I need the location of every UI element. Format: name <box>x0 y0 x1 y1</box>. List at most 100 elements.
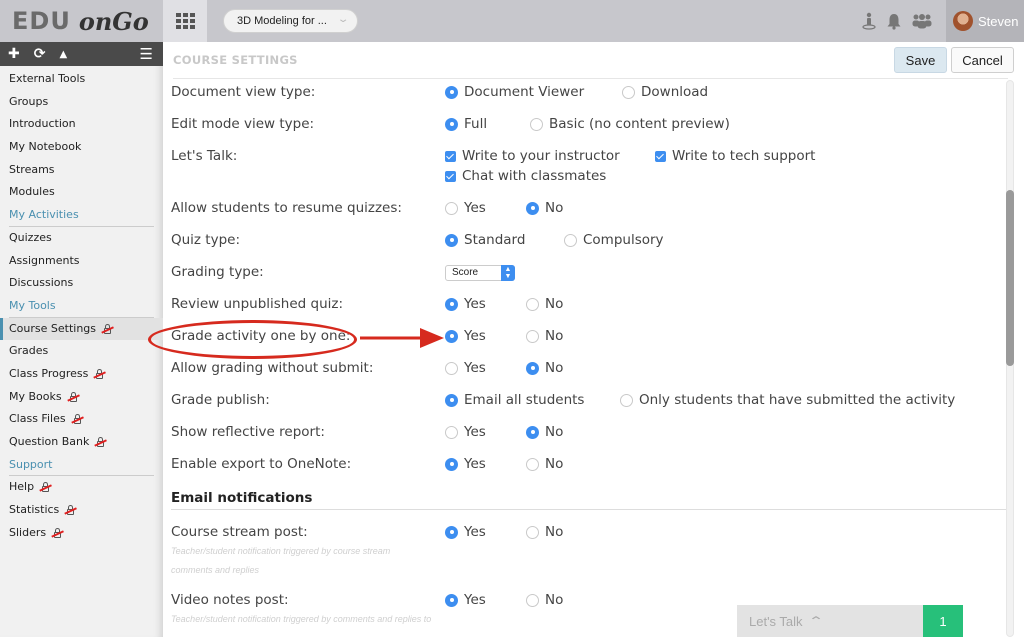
sidebar-item[interactable]: My Notebook <box>0 136 163 159</box>
radio-option[interactable]: Email all students <box>445 392 584 408</box>
lets-talk-count-badge[interactable]: 1 <box>923 605 963 637</box>
sidebar-item[interactable]: Modules <box>0 181 163 204</box>
sidebar-item[interactable]: Groups <box>0 91 163 114</box>
sidebar-item[interactable]: Grades <box>0 340 163 363</box>
radio-button[interactable] <box>526 361 539 375</box>
radio-option[interactable]: No <box>526 328 563 344</box>
radio-button[interactable] <box>445 361 458 375</box>
sidebar-item[interactable]: Streams <box>0 159 163 182</box>
radio-button[interactable] <box>445 329 458 343</box>
radio-button[interactable] <box>526 329 539 343</box>
sidebar-section-header: My Activities <box>0 204 163 227</box>
radio-option[interactable]: Yes <box>445 296 486 312</box>
sidebar-item[interactable]: Question Bank <box>0 431 163 454</box>
menu-icon[interactable]: ☰ <box>140 45 153 63</box>
radio-option[interactable]: No <box>526 296 563 312</box>
radio-option[interactable]: Yes <box>445 424 486 440</box>
radio-button[interactable] <box>526 457 539 471</box>
locked-strike-icon[interactable] <box>66 391 80 402</box>
grading-type-select[interactable]: Score ▲ ▼ <box>445 265 515 281</box>
radio-option[interactable]: Download <box>622 84 708 100</box>
sidebar-item[interactable]: Assignments <box>0 250 163 273</box>
plus-icon[interactable]: ✚ <box>8 46 20 62</box>
user-menu[interactable]: Steven <box>946 0 1024 42</box>
radio-option[interactable]: No <box>526 524 563 540</box>
users-icon[interactable] <box>912 12 932 30</box>
checkbox[interactable] <box>655 150 666 162</box>
refresh-icon[interactable]: ⟳ <box>34 46 46 62</box>
radio-button[interactable] <box>445 525 458 539</box>
radio-option[interactable]: Only students that have submitted the ac… <box>620 392 955 408</box>
radio-button[interactable] <box>526 201 539 215</box>
radio-button[interactable] <box>445 85 458 99</box>
checkbox[interactable] <box>445 150 456 162</box>
radio-option[interactable]: Yes <box>445 200 486 216</box>
radio-button[interactable] <box>445 457 458 471</box>
radio-button[interactable] <box>526 525 539 539</box>
radio-option[interactable]: Standard <box>445 232 525 248</box>
checkbox-option[interactable]: Write to tech support <box>655 148 815 164</box>
checkbox-option[interactable]: Write to your instructor <box>445 148 620 164</box>
radio-button[interactable] <box>526 425 539 439</box>
radio-button[interactable] <box>526 593 539 607</box>
course-selector[interactable]: 3D Modeling for ... ⌄ <box>223 9 358 33</box>
radio-option[interactable]: Yes <box>445 456 486 472</box>
radio-button[interactable] <box>445 117 458 131</box>
sidebar-item[interactable]: Course Settings <box>0 317 163 341</box>
radio-button[interactable] <box>526 297 539 311</box>
scrollbar[interactable] <box>1006 80 1014 637</box>
radio-button[interactable] <box>445 233 458 247</box>
bell-icon[interactable] <box>885 12 903 30</box>
radio-option[interactable]: Yes <box>445 360 486 376</box>
sidebar-item[interactable]: Help <box>0 476 163 499</box>
apps-grid-button[interactable] <box>163 0 207 42</box>
sort-icon[interactable]: ▲ <box>59 49 67 60</box>
logo[interactable]: EDU onGo <box>0 0 163 42</box>
locked-strike-icon[interactable] <box>70 414 84 425</box>
radio-option[interactable]: No <box>526 592 563 608</box>
locked-strike-icon[interactable] <box>64 505 78 516</box>
checkbox-option[interactable]: Chat with classmates <box>445 168 606 184</box>
sidebar-item[interactable]: Discussions <box>0 272 163 295</box>
locked-strike-icon[interactable] <box>51 527 64 538</box>
locked-strike-icon[interactable] <box>93 368 107 379</box>
radio-option[interactable]: No <box>526 424 563 440</box>
sidebar-item[interactable]: Class Progress <box>0 363 163 386</box>
radio-option[interactable]: No <box>526 456 563 472</box>
radio-option[interactable]: Document Viewer <box>445 84 584 100</box>
sidebar-item[interactable]: Sliders <box>0 522 163 545</box>
sidebar-item[interactable]: Class Files <box>0 408 163 431</box>
save-button[interactable]: Save <box>894 47 947 73</box>
checkbox[interactable] <box>445 170 456 182</box>
radio-button[interactable] <box>622 85 635 99</box>
radio-button[interactable] <box>445 297 458 311</box>
locked-strike-icon[interactable] <box>94 437 108 447</box>
scrollbar-thumb[interactable] <box>1006 190 1014 366</box>
lets-talk-bar[interactable]: Let's Talk ⌃ <box>737 605 923 637</box>
radio-button[interactable] <box>530 117 543 131</box>
radio-option[interactable]: Full <box>445 116 487 132</box>
person-pin-icon[interactable] <box>860 12 878 30</box>
sidebar-item[interactable]: External Tools <box>0 68 163 91</box>
radio-button[interactable] <box>620 393 633 407</box>
radio-option[interactable]: No <box>526 200 563 216</box>
radio-option[interactable]: Compulsory <box>564 232 664 248</box>
radio-label: Yes <box>464 296 486 312</box>
radio-button[interactable] <box>445 201 458 215</box>
sidebar-item[interactable]: Introduction <box>0 113 163 136</box>
cancel-button[interactable]: Cancel <box>951 47 1014 73</box>
sidebar-item[interactable]: My Books <box>0 386 163 409</box>
locked-strike-icon[interactable] <box>39 482 52 493</box>
radio-option[interactable]: No <box>526 360 563 376</box>
radio-button[interactable] <box>445 393 458 407</box>
radio-button[interactable] <box>564 233 577 247</box>
sidebar-item[interactable]: Statistics <box>0 499 163 522</box>
radio-option[interactable]: Yes <box>445 328 486 344</box>
sidebar-item[interactable]: Quizzes <box>0 227 163 250</box>
radio-option[interactable]: Yes <box>445 592 486 608</box>
locked-strike-icon[interactable] <box>101 323 114 334</box>
radio-button[interactable] <box>445 593 458 607</box>
radio-option[interactable]: Basic (no content preview) <box>530 116 730 132</box>
radio-button[interactable] <box>445 425 458 439</box>
radio-option[interactable]: Yes <box>445 524 486 540</box>
